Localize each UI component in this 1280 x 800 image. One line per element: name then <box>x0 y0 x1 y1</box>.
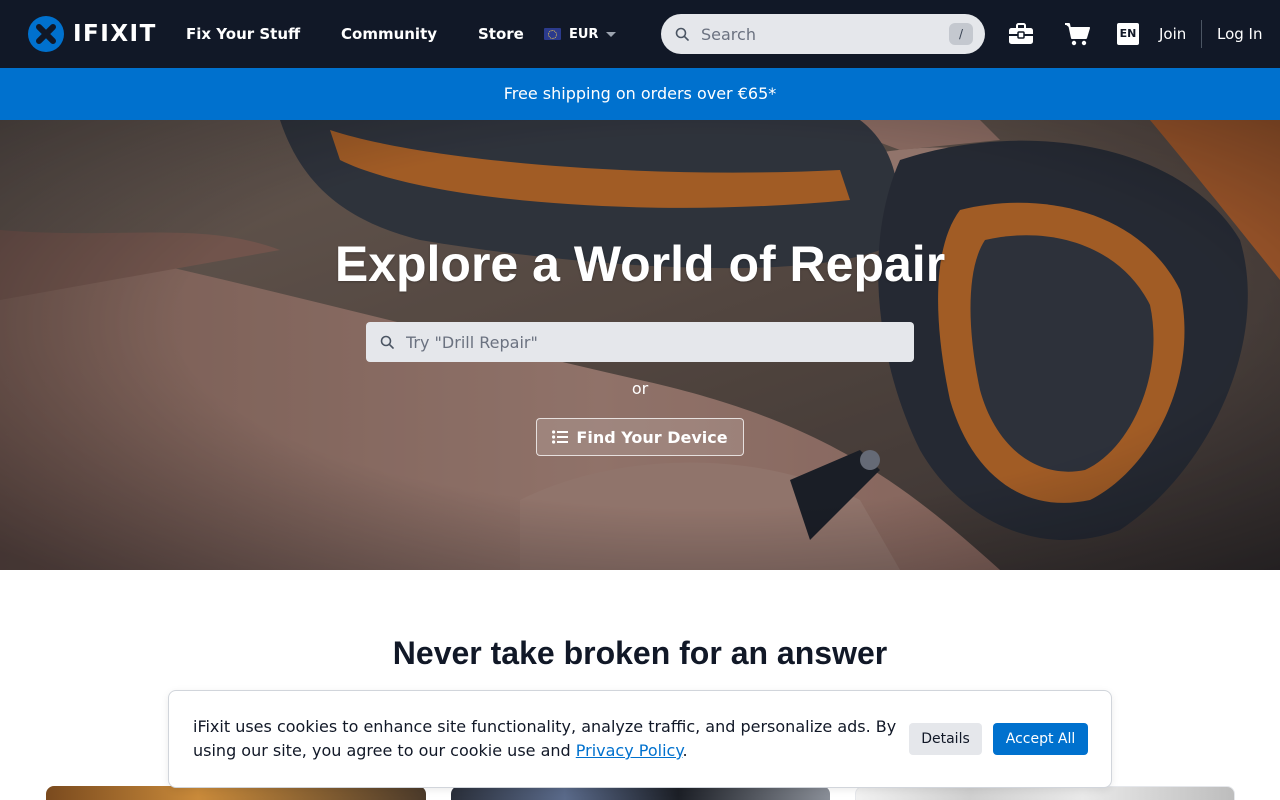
cookie-accept-all-button[interactable]: Accept All <box>993 723 1088 755</box>
hero-title: Explore a World of Repair <box>334 236 946 292</box>
promo-banner[interactable]: Free shipping on orders over €65* <box>0 68 1280 120</box>
cookie-message: iFixit uses cookies to enhance site func… <box>193 715 905 763</box>
hero-or-text: or <box>631 379 649 398</box>
cookie-message-end: . <box>682 741 688 760</box>
find-your-device-button[interactable]: Find Your Device <box>536 418 744 456</box>
privacy-policy-link[interactable]: Privacy Policy <box>576 741 683 760</box>
feature-card-image[interactable] <box>451 786 830 800</box>
search-input[interactable] <box>701 22 941 46</box>
nav-community[interactable]: Community <box>341 24 437 44</box>
feature-card-image[interactable] <box>855 786 1235 800</box>
ifixit-logo-icon <box>28 16 64 52</box>
nav-fix-your-stuff[interactable]: Fix Your Stuff <box>186 24 300 44</box>
cookie-message-text: iFixit uses cookies to enhance site func… <box>193 717 897 760</box>
language-selector[interactable]: EN <box>1117 23 1139 45</box>
cookie-details-button[interactable]: Details <box>909 723 982 755</box>
list-icon <box>552 430 569 444</box>
ifixit-logo[interactable]: IFIXIT <box>28 16 157 52</box>
hero-search <box>366 322 914 362</box>
login-link[interactable]: Log In <box>1217 24 1263 44</box>
hero-search-input[interactable] <box>406 330 896 354</box>
feature-card-image[interactable] <box>46 786 426 800</box>
hero-section: Explore a World of Repair or Find Your D… <box>0 120 1280 570</box>
eu-flag-icon <box>544 28 561 40</box>
join-link[interactable]: Join <box>1159 24 1186 44</box>
currency-selector[interactable]: EUR <box>544 24 617 44</box>
nav-store[interactable]: Store <box>478 24 524 44</box>
site-header: IFIXIT Fix Your Stuff Community Store EU… <box>0 0 1280 68</box>
header-search: / <box>661 14 985 54</box>
currency-label: EUR <box>569 26 599 42</box>
cookie-banner: iFixit uses cookies to enhance site func… <box>168 690 1112 788</box>
cart-icon[interactable] <box>1064 21 1090 47</box>
logo-text: IFIXIT <box>73 21 157 47</box>
toolbox-icon[interactable] <box>1008 22 1034 46</box>
header-divider <box>1201 20 1202 48</box>
chevron-down-icon <box>606 31 617 37</box>
search-icon <box>380 335 394 349</box>
section-title: Never take broken for an answer <box>392 635 888 671</box>
search-icon <box>675 27 689 41</box>
search-shortcut-key: / <box>949 23 973 45</box>
find-your-device-label: Find Your Device <box>576 427 728 447</box>
